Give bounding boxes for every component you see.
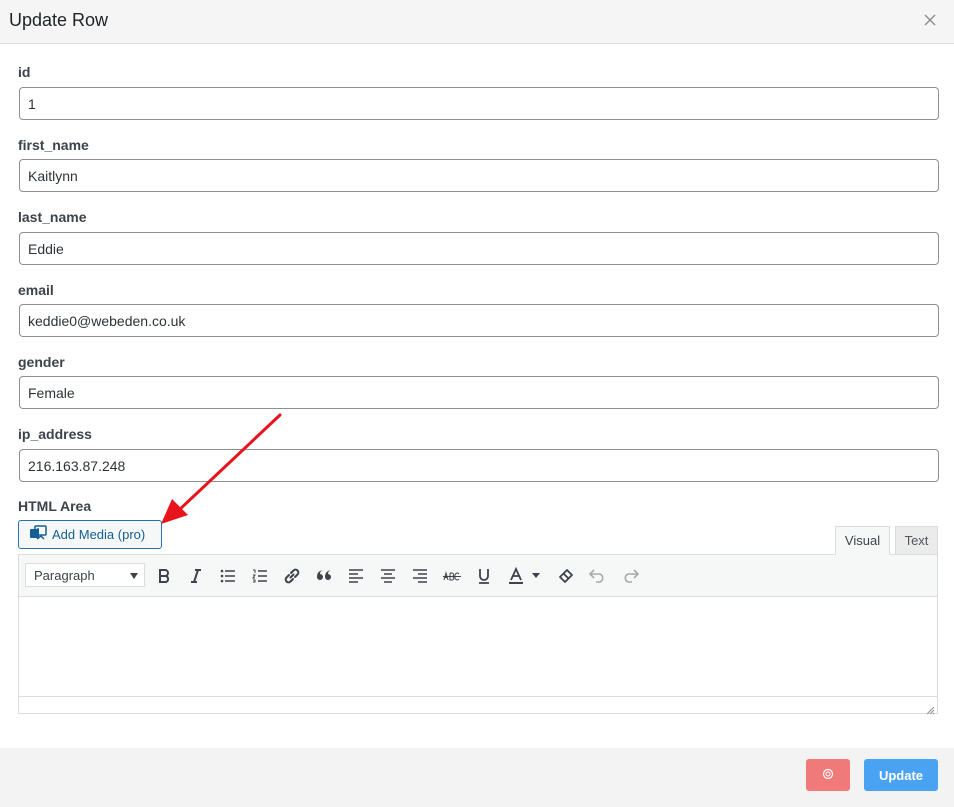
undo-icon[interactable]: [585, 563, 611, 589]
modal-title: Update Row: [9, 10, 109, 30]
editor-toolbar: Paragraph: [19, 555, 937, 597]
align-center-icon[interactable]: [375, 563, 401, 589]
cancel-button[interactable]: [806, 759, 850, 791]
modal-header: Update Row: [0, 0, 954, 44]
email-field[interactable]: [19, 304, 939, 337]
clear-formatting-icon[interactable]: [553, 563, 579, 589]
cancel-icon: [822, 768, 834, 783]
first-name-label: first_name: [18, 137, 89, 153]
add-media-label: Add Media (pro): [52, 527, 146, 542]
html-editor: Paragraph: [18, 554, 938, 715]
tab-text[interactable]: Text: [895, 526, 938, 555]
email-label: email: [18, 282, 54, 298]
align-left-icon[interactable]: [343, 563, 369, 589]
id-field[interactable]: [19, 87, 939, 120]
editor-content-area[interactable]: [19, 597, 937, 696]
link-icon[interactable]: [279, 563, 305, 589]
text-color-icon[interactable]: [503, 563, 529, 589]
resize-handle-icon[interactable]: [926, 702, 935, 715]
add-media-button[interactable]: Add Media (pro): [18, 520, 162, 549]
gender-field[interactable]: [19, 376, 939, 409]
html-area-label: HTML Area: [18, 498, 92, 514]
underline-icon[interactable]: [471, 563, 497, 589]
format-select-value: Paragraph: [34, 567, 95, 583]
first-name-field[interactable]: [19, 159, 939, 192]
ip-address-label: ip_address: [18, 426, 92, 442]
bullet-list-icon[interactable]: [215, 563, 241, 589]
editor-status-bar: [19, 696, 937, 715]
id-label: id: [18, 64, 31, 80]
last-name-label: last_name: [18, 209, 87, 225]
bold-icon[interactable]: [151, 563, 177, 589]
gender-label: gender: [18, 354, 65, 370]
media-icon: [29, 525, 47, 544]
close-icon[interactable]: [921, 11, 939, 29]
numbered-list-icon[interactable]: [247, 563, 273, 589]
align-right-icon[interactable]: [407, 563, 433, 589]
chevron-down-icon: [130, 573, 138, 579]
strikethrough-icon[interactable]: [439, 563, 465, 589]
blockquote-icon[interactable]: [311, 563, 337, 589]
update-button[interactable]: Update: [864, 759, 938, 791]
format-select[interactable]: Paragraph: [25, 563, 145, 587]
italic-icon[interactable]: [183, 563, 209, 589]
tab-visual[interactable]: Visual: [835, 526, 890, 555]
redo-icon[interactable]: [617, 563, 643, 589]
ip-address-field[interactable]: [19, 449, 939, 482]
last-name-field[interactable]: [19, 232, 939, 265]
text-color-chevron-down-icon[interactable]: [527, 563, 545, 589]
